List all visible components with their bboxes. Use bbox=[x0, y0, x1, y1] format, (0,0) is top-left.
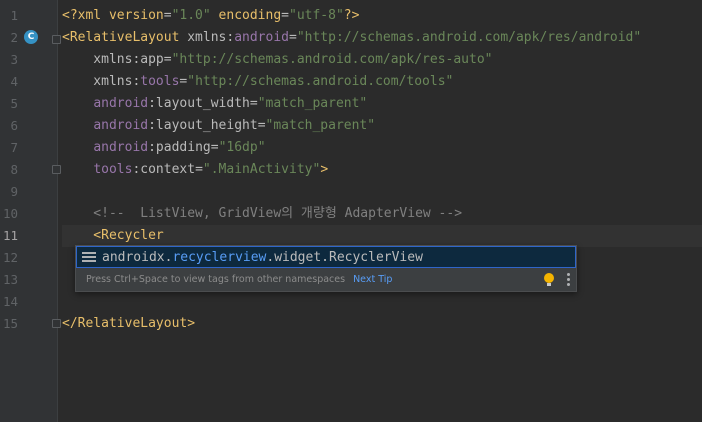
line-number: 1 bbox=[10, 8, 18, 23]
code-line-7: android:padding="16dp" bbox=[93, 140, 266, 155]
autocomplete-footer: Press Ctrl+Space to view tags from other… bbox=[76, 268, 576, 290]
line-number: 3 bbox=[10, 52, 18, 67]
fold-toggle-icon[interactable] bbox=[52, 35, 61, 44]
autocomplete-item-prefix: androidx. bbox=[102, 249, 173, 265]
line-number: 12 bbox=[2, 250, 18, 265]
fold-toggle-icon[interactable] bbox=[52, 165, 61, 174]
line-number: 13 bbox=[2, 272, 18, 287]
code-line-15: </RelativeLayout> bbox=[62, 316, 196, 331]
autocomplete-popup: androidx. recyclerview .widget.RecyclerVie… bbox=[75, 245, 577, 292]
code-line-8: tools:context=".MainActivity"> bbox=[93, 162, 329, 177]
autocomplete-hint: Press Ctrl+Space to view tags from other… bbox=[86, 273, 346, 285]
autocomplete-item-match: recyclerview bbox=[172, 249, 267, 265]
list-icon bbox=[82, 251, 96, 263]
code-line-2: <RelativeLayout xmlns:android="http://sc… bbox=[62, 30, 642, 45]
line-number: 4 bbox=[10, 74, 18, 89]
code-line-4: xmlns:tools="http://schemas.android.com/… bbox=[62, 74, 454, 89]
line-number: 6 bbox=[10, 118, 18, 133]
code-line-6: android:layout_height="match_parent" bbox=[93, 118, 376, 133]
autocomplete-item-suffix: .widget.RecyclerView bbox=[266, 249, 423, 265]
code-line-10: <!-- ListView, GridView의 개량형 AdapterView… bbox=[62, 206, 463, 221]
line-number: 5 bbox=[10, 96, 18, 111]
autocomplete-item-recyclerview[interactable]: androidx. recyclerview .widget.RecyclerVie… bbox=[76, 246, 576, 268]
line-number: 15 bbox=[2, 316, 18, 331]
line-number: 7 bbox=[10, 140, 18, 155]
next-tip-link[interactable]: Next Tip bbox=[353, 274, 392, 285]
code-line-3: xmlns:app="http://schemas.android.com/ap… bbox=[62, 52, 493, 67]
kebab-menu-icon[interactable] bbox=[566, 272, 570, 286]
code-line-1: <?xml version="1.0" encoding="utf-8"?> bbox=[62, 8, 360, 23]
fold-toggle-icon[interactable] bbox=[52, 319, 61, 328]
line-number: 14 bbox=[2, 294, 18, 309]
editor-gutter: 1 2 3 4 5 6 7 8 9 10 11 12 13 14 15 C bbox=[0, 0, 61, 422]
code-line-5: android:layout_width="match_parent" bbox=[93, 96, 368, 111]
line-number: 2 bbox=[10, 30, 18, 45]
code-line-11-current: <Recycler bbox=[62, 225, 702, 247]
line-number: 9 bbox=[10, 184, 18, 199]
class-gutter-icon[interactable]: C bbox=[24, 30, 38, 44]
line-number: 10 bbox=[2, 206, 18, 221]
lightbulb-icon[interactable] bbox=[544, 273, 554, 286]
line-number: 8 bbox=[10, 162, 18, 177]
line-number-current: 11 bbox=[2, 228, 18, 243]
